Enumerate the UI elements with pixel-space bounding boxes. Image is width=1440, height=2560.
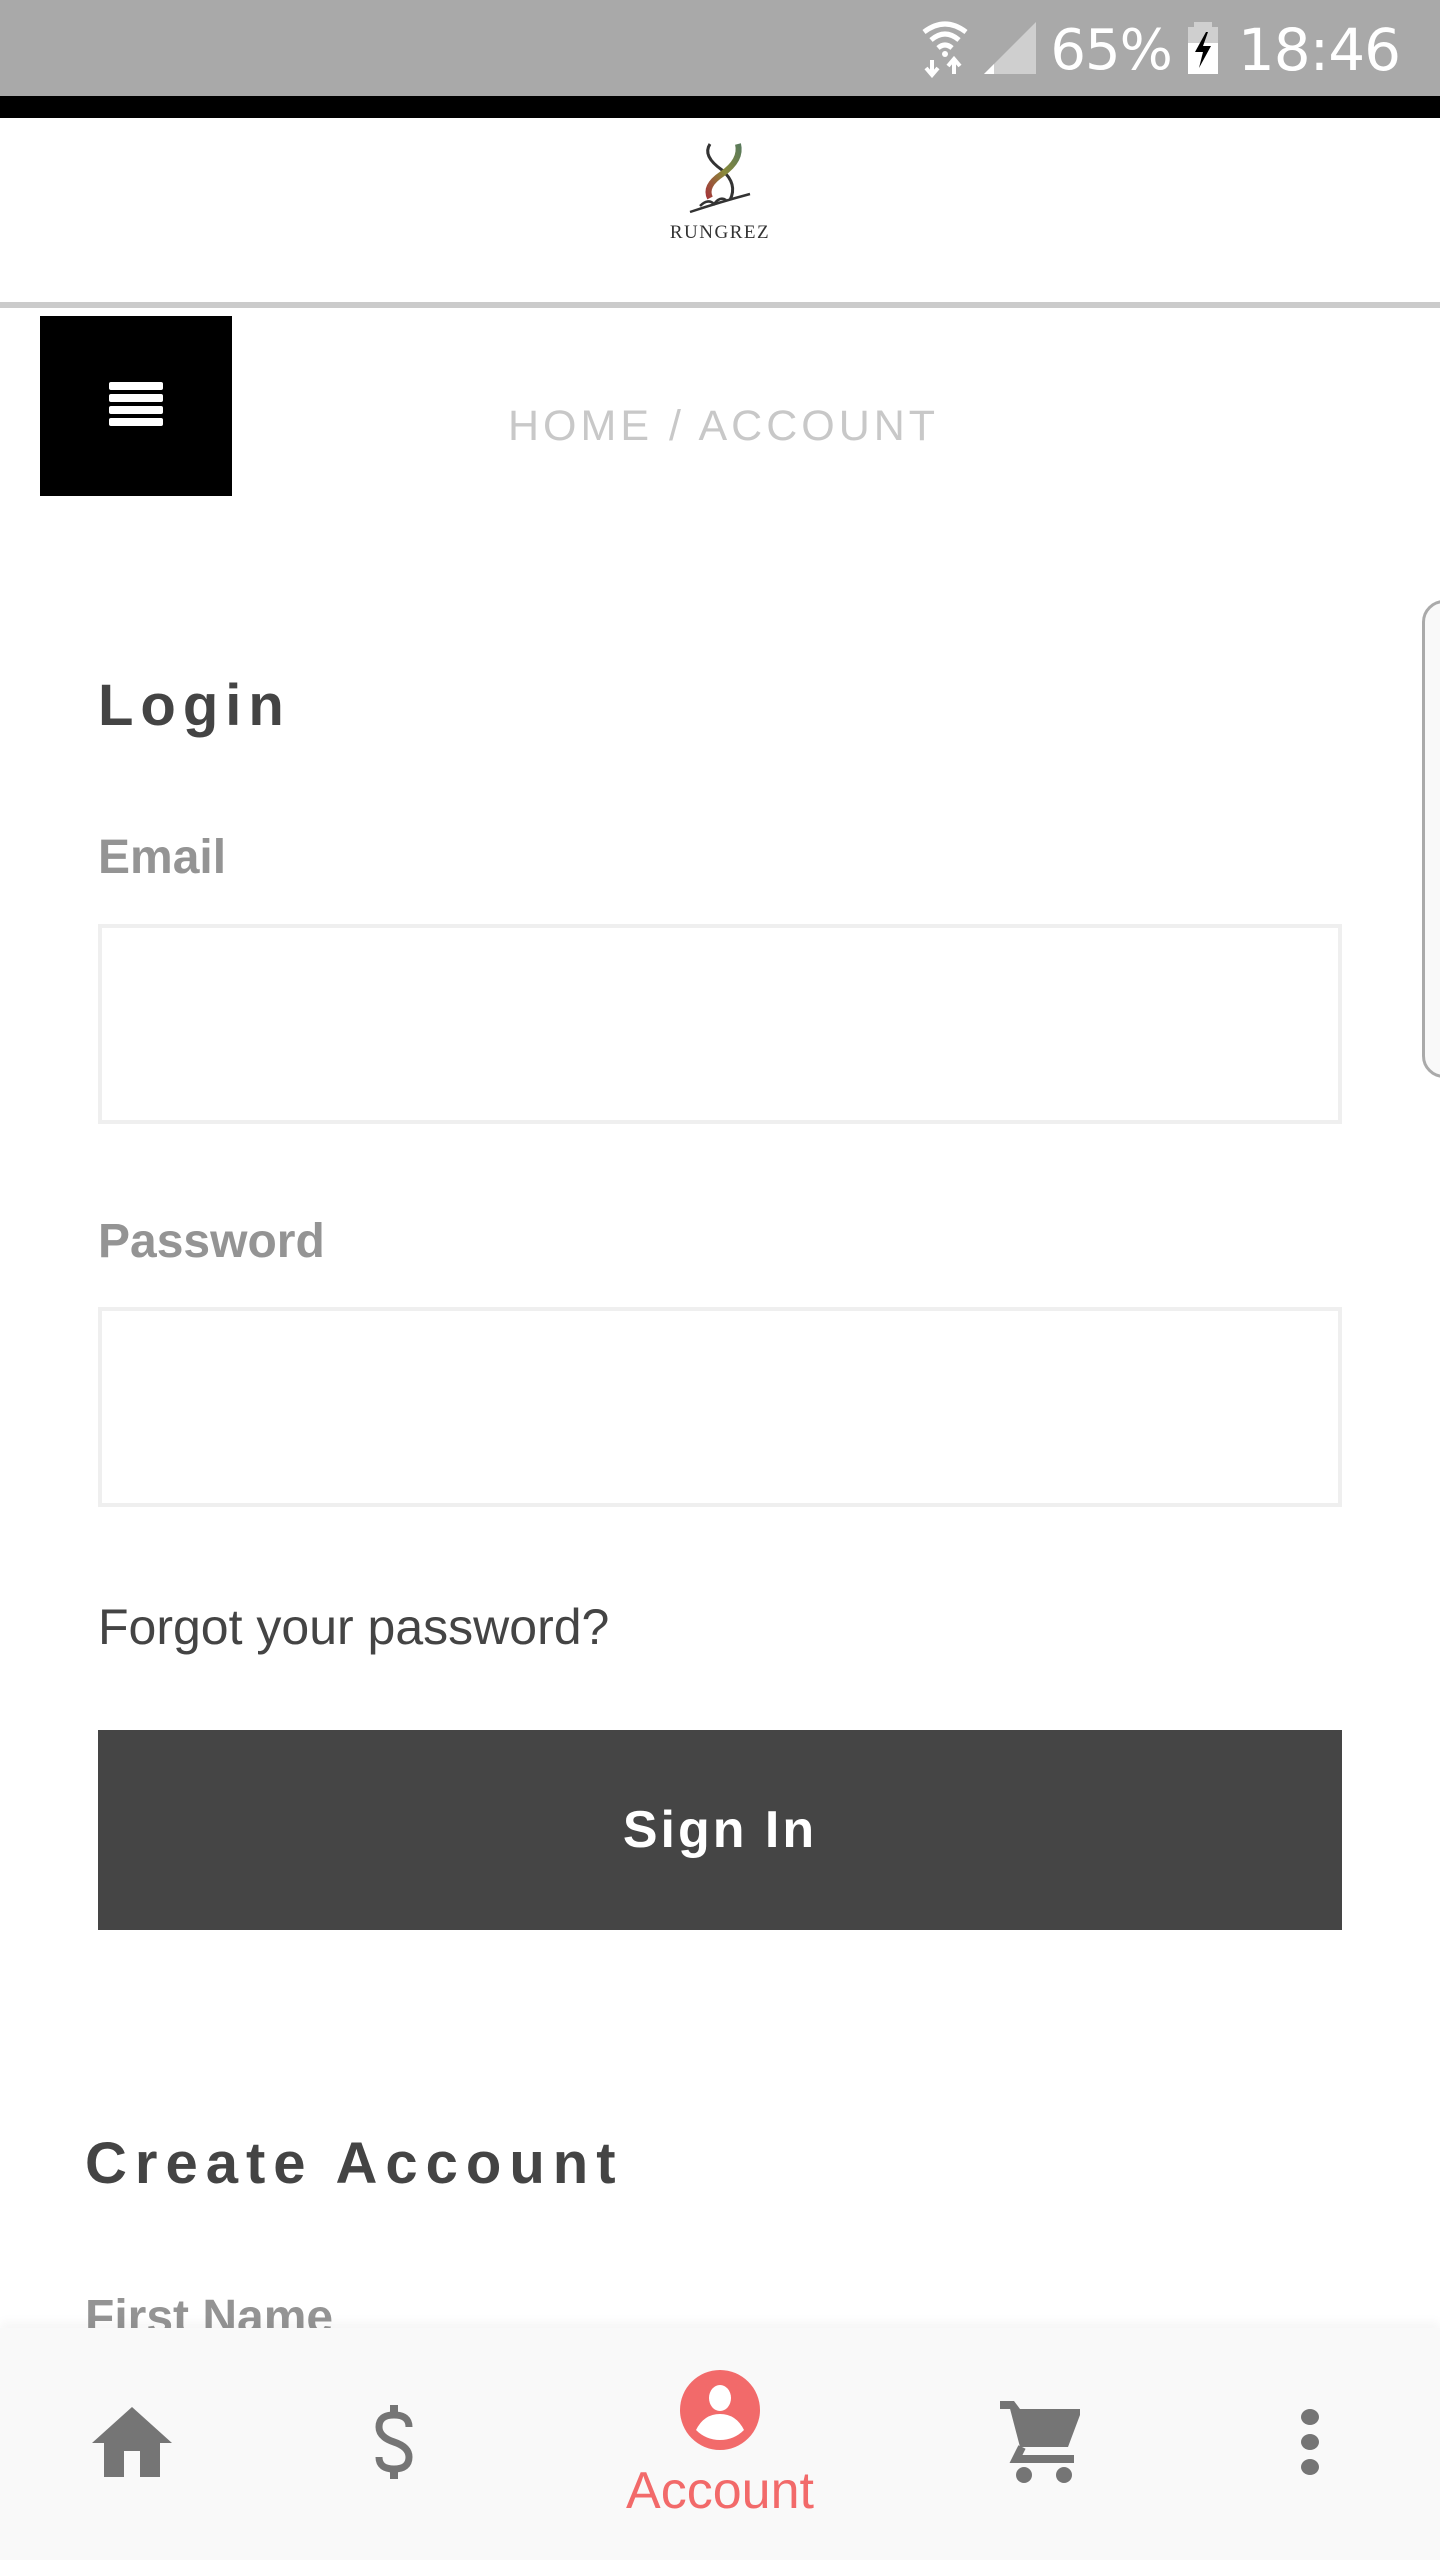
battery-percent: 65% — [1050, 17, 1172, 83]
create-account-heading: Create Account — [85, 2131, 624, 2196]
status-icons: 65% 18:46 — [920, 10, 1401, 90]
logo[interactable]: RUNGREZ — [660, 140, 780, 250]
logo-text: RUNGREZ — [669, 222, 771, 243]
cell-signal-icon — [984, 21, 1037, 79]
battery-charging-icon — [1186, 21, 1220, 79]
menu-button[interactable] — [40, 316, 232, 496]
nav-home[interactable] — [72, 2328, 192, 2560]
email-label: Email — [98, 831, 227, 884]
nav-cart[interactable] — [980, 2328, 1100, 2560]
bottom-navigation: Account — [0, 2328, 1440, 2560]
header-divider — [0, 302, 1440, 308]
status-bar-divider — [0, 96, 1440, 118]
more-vert-icon — [1300, 2408, 1320, 2480]
breadcrumb: HOME / ACCOUNT — [508, 402, 940, 450]
email-input[interactable] — [98, 924, 1342, 1124]
cart-icon — [1000, 2400, 1080, 2488]
wifi-data-icon — [920, 18, 970, 83]
nav-account-label: Account — [626, 2461, 814, 2520]
dollar-icon — [371, 2404, 417, 2484]
password-input[interactable] — [98, 1307, 1342, 1507]
home-icon — [92, 2406, 172, 2482]
hamburger-menu-icon — [109, 381, 163, 431]
login-heading: Login — [98, 673, 291, 738]
sign-in-button[interactable]: Sign In — [98, 1730, 1342, 1930]
password-label: Password — [98, 1215, 325, 1268]
nav-account[interactable]: Account — [600, 2328, 840, 2560]
status-bar: 65% 18:46 — [0, 0, 1440, 96]
nav-more[interactable] — [1250, 2328, 1370, 2560]
clock: 18:46 — [1237, 16, 1401, 84]
logo-mark-icon — [689, 143, 751, 214]
nav-pricing[interactable] — [334, 2328, 454, 2560]
side-drawer-handle[interactable] — [1422, 600, 1440, 1078]
account-icon — [678, 2368, 762, 2457]
forgot-password-link[interactable]: Forgot your password? — [98, 1598, 609, 1656]
